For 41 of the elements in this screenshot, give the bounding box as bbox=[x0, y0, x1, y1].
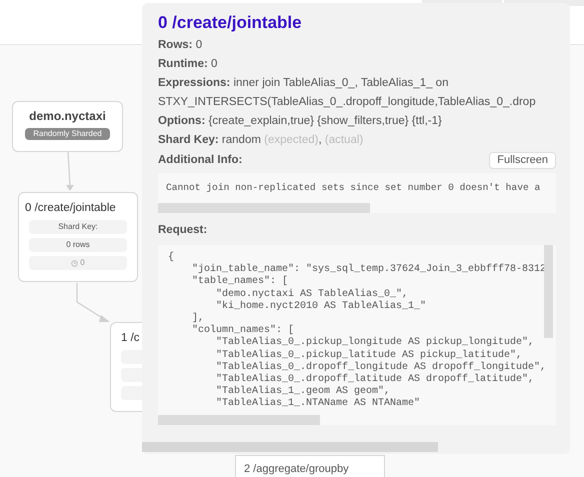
runtime-text: 0 bbox=[80, 257, 85, 269]
error-text: Cannot join non-replicated sets since set number 0 doesn't have a bbox=[165, 181, 542, 195]
clock-icon bbox=[71, 260, 78, 266]
node-stat: 0 rows bbox=[29, 238, 127, 252]
code-line: "join_table_name": "sys_sql_temp.37624_Join_3_ebbfff78-8312 bbox=[191, 264, 548, 276]
popup-title: 0 /create/jointable bbox=[158, 12, 303, 34]
detail-line: Expressions: inner join TableAlias_0_, TableAlias_1_ on bbox=[158, 76, 450, 91]
node-title: demo.nyctaxi bbox=[29, 109, 106, 124]
code-line: { bbox=[168, 252, 176, 264]
detail-line: Options: {create_explain,true} {show_filters,true} {ttl,-1} bbox=[158, 114, 443, 129]
code-line: ], bbox=[191, 313, 206, 324]
node-stat: Shard Key: bbox=[29, 220, 127, 234]
fullscreen-button[interactable]: Fullscreen bbox=[489, 152, 556, 169]
detail-line: Runtime: 0 bbox=[158, 57, 218, 72]
code-line: "TableAlias_1_.geom AS geom", bbox=[215, 386, 392, 398]
step-node[interactable]: 2 /aggregate/groupby bbox=[235, 455, 385, 477]
code-line: "TableAlias_1_.NTAName AS NTAName" bbox=[215, 398, 422, 411]
scrollbar[interactable] bbox=[158, 203, 370, 213]
table-node[interactable]: demo.nyctaxi Randomly Sharded bbox=[12, 101, 123, 152]
connector-arrow bbox=[76, 283, 110, 322]
scrollbar[interactable] bbox=[142, 442, 438, 452]
code-line: "TableAlias_0_.pickup_longitude AS pickup_longitude", bbox=[215, 337, 536, 350]
code-line: "ki_home.nyct2010 AS TableAlias_1_" bbox=[215, 300, 428, 314]
node-title: 2 /aggregate/groupby bbox=[244, 463, 349, 475]
code-line: "TableAlias_0_.dropoff_longitude AS dropoff_longitude", bbox=[215, 362, 548, 374]
step-node[interactable]: 0 /create/jointable Shard Key: 0 rows 0 bbox=[18, 192, 138, 282]
detail-line: STXY_INTERSECTS(TableAlias_0_.dropoff_longitude,TableAlias_0_.drop bbox=[158, 95, 537, 110]
section-heading: Request: bbox=[158, 223, 208, 238]
node-title: 1 /c bbox=[121, 331, 141, 346]
scrollbar[interactable] bbox=[544, 245, 553, 338]
scrollbar[interactable] bbox=[158, 415, 320, 425]
connector-arrow bbox=[66, 152, 74, 191]
code-line: "column_names": [ bbox=[191, 325, 296, 336]
code-line: "demo.nyctaxi AS TableAlias_0_", bbox=[215, 288, 410, 300]
code-line: "TableAlias_0_.dropoff_latitude AS dropoff_latitude", bbox=[215, 374, 536, 386]
code-line: "TableAlias_0_.pickup_latitude AS pickup_latitude", bbox=[215, 350, 524, 362]
code-line: "table_names": [ bbox=[191, 276, 290, 288]
detail-line: Rows: 0 bbox=[158, 38, 204, 53]
sharding-badge: Randomly Sharded bbox=[25, 128, 110, 140]
node-title: 0 /create/jointable bbox=[25, 201, 117, 216]
section-heading: Additional Info: bbox=[158, 153, 242, 168]
